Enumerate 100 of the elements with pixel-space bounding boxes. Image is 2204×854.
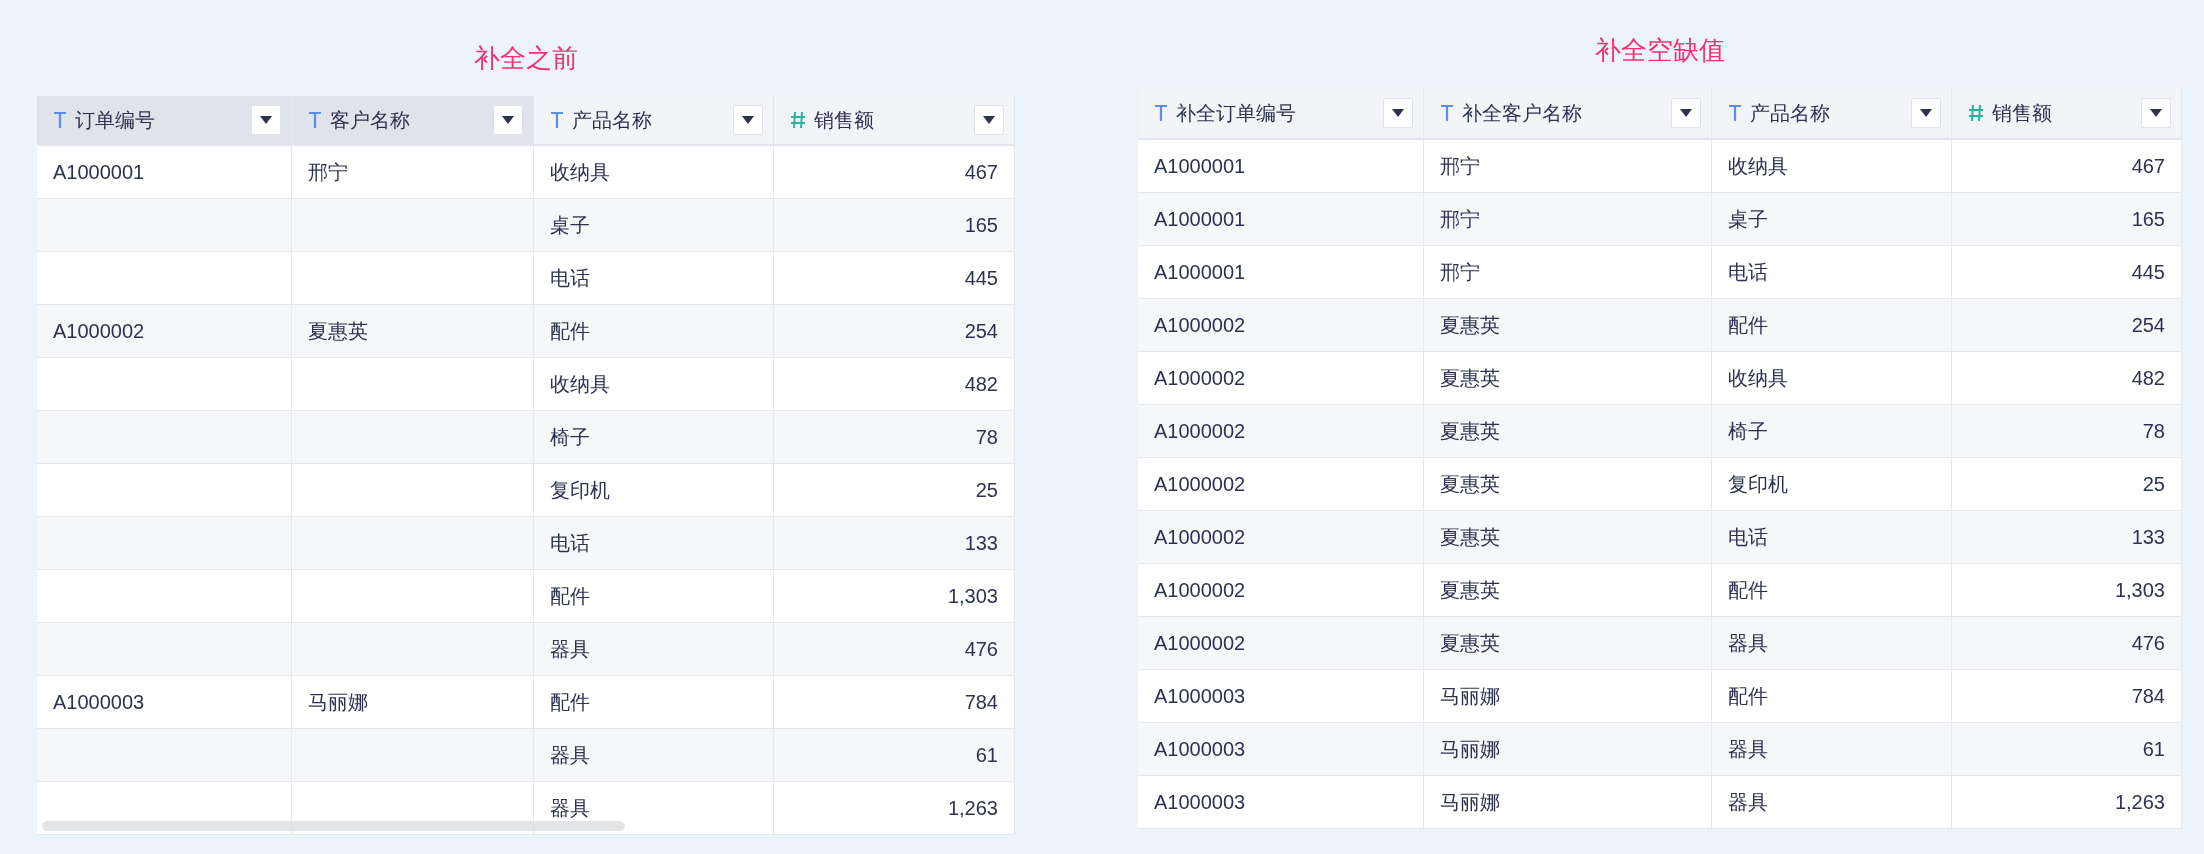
table-cell: 收纳具: [1712, 140, 1952, 192]
text-type-icon: [1154, 103, 1168, 122]
table-cell: A1000002: [1138, 564, 1424, 616]
table-cell: 桌子: [534, 199, 774, 251]
column-header[interactable]: 销售额: [774, 96, 1015, 144]
table-cell: A1000003: [1138, 670, 1424, 722]
table-cell: 133: [1952, 511, 2182, 563]
dropdown-button[interactable]: [974, 105, 1004, 135]
table-cell: A1000003: [1138, 723, 1424, 775]
column-header[interactable]: 销售额: [1952, 87, 2182, 138]
number-type-icon: [790, 111, 806, 129]
table-cell: 78: [774, 411, 1015, 463]
dropdown-button[interactable]: [1383, 97, 1413, 128]
caret-icon: [502, 116, 514, 124]
table-cell: 马丽娜: [1424, 776, 1712, 828]
table-cell: 器具: [534, 729, 774, 781]
table-cell: A1000002: [1138, 299, 1424, 351]
column-header[interactable]: 补全订单编号: [1138, 87, 1424, 138]
table-cell: A1000002: [1138, 617, 1424, 669]
table-cell: A1000001: [1138, 193, 1424, 245]
table-cell: 器具: [1712, 776, 1952, 828]
scrollbar[interactable]: [42, 821, 625, 831]
dropdown-button[interactable]: [1911, 97, 1941, 128]
table-cell: A1000002: [1138, 405, 1424, 457]
table-cell: 电话: [534, 252, 774, 304]
table-cell: 电话: [1712, 246, 1952, 298]
table-cell: 复印机: [534, 464, 774, 516]
table-cell: 784: [1952, 670, 2182, 722]
column-label: 客户名称: [330, 108, 411, 133]
column-label: 补全订单编号: [1176, 100, 1297, 126]
text-type-icon: [1728, 103, 1742, 122]
table-cell: 椅子: [534, 411, 774, 463]
table-cell: 夏惠英: [1424, 511, 1712, 563]
table-cell: 784: [774, 676, 1015, 728]
table-title: 补全之前: [474, 41, 578, 75]
table-cell: A1000003: [37, 676, 292, 728]
table-cell: 482: [1952, 352, 2182, 404]
table-cell: A1000001: [1138, 140, 1424, 192]
column-header[interactable]: 客户名称: [292, 96, 534, 144]
dropdown-button[interactable]: [1671, 97, 1701, 128]
table-cell: 配件: [1712, 299, 1952, 351]
table-cell: 467: [774, 146, 1015, 198]
table-cell: 邢宁: [1424, 140, 1712, 192]
dropdown-button[interactable]: [2141, 97, 2171, 128]
table-cell: 电话: [534, 517, 774, 569]
table-cell: A1000001: [1138, 246, 1424, 298]
table-cell: 收纳具: [1712, 352, 1952, 404]
table-cell: 夏惠英: [1424, 405, 1712, 457]
column-label: 产品名称: [1750, 100, 1831, 126]
table-cell: 马丽娜: [1424, 670, 1712, 722]
column-header[interactable]: 补全客户名称: [1424, 87, 1712, 138]
table-cell: A1000002: [37, 305, 292, 357]
table-cell: 1,263: [1952, 776, 2182, 828]
table-cell: 467: [1952, 140, 2182, 192]
table-cell: A1000002: [1138, 352, 1424, 404]
table-cell: 476: [774, 623, 1015, 675]
dropdown-button[interactable]: [493, 105, 523, 135]
table-cell: 马丽娜: [292, 676, 534, 728]
caret-icon: [260, 116, 272, 124]
dropdown-button[interactable]: [251, 105, 281, 135]
table-cell: 61: [774, 729, 1015, 781]
table-cell: 夏惠英: [1424, 299, 1712, 351]
table-cell: A1000002: [1138, 511, 1424, 563]
table-cell: A1000003: [1138, 776, 1424, 828]
table-cell: 133: [774, 517, 1015, 569]
dropdown-button[interactable]: [733, 105, 763, 135]
table-cell: 收纳具: [534, 358, 774, 410]
caret-icon: [983, 116, 995, 124]
table-cell: 复印机: [1712, 458, 1952, 510]
table-cell: 445: [774, 252, 1015, 304]
table-cell: A1000002: [1138, 458, 1424, 510]
table-cell: 254: [1952, 299, 2182, 351]
table-cell: 254: [774, 305, 1015, 357]
table-cell: 25: [1952, 458, 2182, 510]
table-cell: A1000001: [37, 146, 292, 198]
table-cell: 夏惠英: [292, 305, 534, 357]
text-type-icon: [1440, 103, 1454, 122]
table-cell: 邢宁: [292, 146, 534, 198]
column-header[interactable]: 产品名称: [534, 96, 774, 144]
table-cell: 1,303: [774, 570, 1015, 622]
table-cell: 夏惠英: [1424, 458, 1712, 510]
text-type-icon: [308, 111, 322, 129]
table-cell: 165: [1952, 193, 2182, 245]
table-cell: 电话: [1712, 511, 1952, 563]
caret-icon: [1920, 108, 1932, 117]
table-cell: 配件: [1712, 564, 1952, 616]
table-cell: 配件: [534, 305, 774, 357]
table-cell: 器具: [534, 623, 774, 675]
column-header[interactable]: 产品名称: [1712, 87, 1952, 138]
table-cell: 邢宁: [1424, 246, 1712, 298]
text-type-icon: [550, 111, 564, 129]
table-cell: 配件: [534, 570, 774, 622]
table-cell: 482: [774, 358, 1015, 410]
table-title: 补全空缺值: [1595, 33, 1725, 67]
column-header[interactable]: 订单编号: [37, 96, 292, 144]
caret-icon: [742, 116, 754, 124]
table-cell: 椅子: [1712, 405, 1952, 457]
caret-icon: [1392, 108, 1404, 117]
table-cell: 配件: [534, 676, 774, 728]
text-type-icon: [53, 111, 67, 129]
